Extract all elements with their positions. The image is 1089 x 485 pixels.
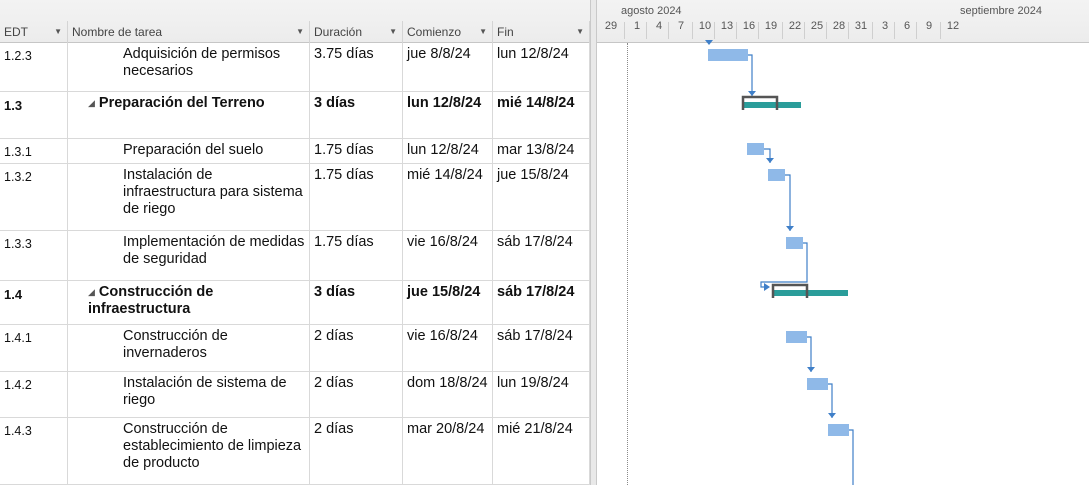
summary-task-row[interactable]: 1.4 ◢ Construcción de infraestructura 3 día… <box>0 281 590 325</box>
summary-bar[interactable] <box>743 102 801 108</box>
cell-duration[interactable]: 3.75 días <box>310 43 403 91</box>
column-header-duration[interactable]: Duración ▼ <box>310 21 403 43</box>
dependency-link <box>828 383 833 418</box>
dependency-link <box>760 242 808 288</box>
task-row[interactable]: 1.2.3 Adquisición de permisos necesarios 3… <box>0 43 590 92</box>
cell-edt[interactable]: 1.3.3 <box>0 231 68 280</box>
chevron-down-icon[interactable]: ▼ <box>296 21 304 43</box>
task-bar[interactable] <box>786 237 803 249</box>
column-header-name[interactable]: Nombre de tarea ▼ <box>68 21 310 43</box>
collapse-triangle-icon[interactable]: ◢ <box>88 95 95 112</box>
task-bar[interactable] <box>747 143 764 155</box>
cell-finish[interactable]: sáb 17/8/24 <box>493 231 590 280</box>
dependency-arrow-icon <box>786 226 794 231</box>
dependency-link <box>807 336 812 372</box>
cell-finish[interactable]: mié 14/8/24 <box>493 92 590 138</box>
chevron-down-icon[interactable]: ▼ <box>576 21 584 43</box>
task-row[interactable]: 1.3.1 Preparación del suelo 1.75 días lun 1… <box>0 139 590 164</box>
cell-task-name[interactable]: Adquisición de permisos necesarios <box>68 43 310 91</box>
dependency-link <box>748 54 753 96</box>
task-bar[interactable] <box>768 169 785 181</box>
cell-edt[interactable]: 1.2.3 <box>0 43 68 91</box>
chevron-down-icon[interactable]: ▼ <box>479 21 487 43</box>
cell-edt[interactable]: 1.3 <box>0 92 68 138</box>
table-header: EDT ▼ Nombre de tarea ▼ Duración ▼ Comie… <box>0 0 590 43</box>
pane-splitter[interactable] <box>590 0 597 485</box>
dependency-arrow-icon <box>764 283 770 291</box>
cell-edt[interactable]: 1.3.1 <box>0 139 68 163</box>
cell-task-name[interactable]: ◢ Construcción de infraestructura <box>68 281 310 324</box>
cell-edt[interactable]: 1.4.2 <box>0 372 68 417</box>
task-table: EDT ▼ Nombre de tarea ▼ Duración ▼ Comie… <box>0 0 590 485</box>
task-bar[interactable] <box>708 49 748 61</box>
task-bar[interactable] <box>828 424 849 436</box>
dependency-link <box>849 429 854 485</box>
cell-finish[interactable]: sáb 17/8/24 <box>493 281 590 324</box>
cell-edt[interactable]: 1.3.2 <box>0 164 68 230</box>
cell-finish[interactable]: mié 21/8/24 <box>493 418 590 484</box>
cell-duration[interactable]: 1.75 días <box>310 231 403 280</box>
cell-task-name[interactable]: Instalación de sistema de riego <box>68 372 310 417</box>
cell-task-name[interactable]: Construcción de establecimiento de limpi… <box>68 418 310 484</box>
cell-start[interactable]: lun 12/8/24 <box>403 92 493 138</box>
cell-finish[interactable]: lun 19/8/24 <box>493 372 590 417</box>
cell-finish[interactable]: sáb 17/8/24 <box>493 325 590 371</box>
task-row[interactable]: 1.4.1 Construcción de invernaderos 2 días v… <box>0 325 590 372</box>
cell-start[interactable]: jue 8/8/24 <box>403 43 493 91</box>
dependency-arrow-icon <box>748 91 756 96</box>
cell-duration[interactable]: 3 días <box>310 92 403 138</box>
collapse-triangle-icon[interactable]: ◢ <box>88 284 95 301</box>
cell-task-name[interactable]: Construcción de invernaderos <box>68 325 310 371</box>
cell-task-name[interactable]: Implementación de medidas de seguridad <box>68 231 310 280</box>
cell-finish[interactable]: jue 15/8/24 <box>493 164 590 230</box>
column-header-edt[interactable]: EDT ▼ <box>0 21 68 43</box>
cell-start[interactable]: jue 15/8/24 <box>403 281 493 324</box>
cell-duration[interactable]: 2 días <box>310 418 403 484</box>
column-header-finish[interactable]: Fin ▼ <box>493 21 590 43</box>
cell-duration[interactable]: 2 días <box>310 325 403 371</box>
gantt-bars <box>705 40 854 485</box>
cell-start[interactable]: lun 12/8/24 <box>403 139 493 163</box>
gantt-chart: agosto 2024 septiembre 2024 29 1 4 7 10 13 16 1… <box>597 0 1089 485</box>
cell-edt[interactable]: 1.4.3 <box>0 418 68 484</box>
task-row[interactable]: 1.4.3 Construcción de establecimiento de … <box>0 418 590 485</box>
task-row[interactable]: 1.3.2 Instalación de infraestructura para… <box>0 164 590 231</box>
cell-duration[interactable]: 2 días <box>310 372 403 417</box>
cell-duration[interactable]: 1.75 días <box>310 139 403 163</box>
dependency-arrow-icon <box>807 367 815 372</box>
dependency-link <box>785 174 791 231</box>
task-bar[interactable] <box>807 378 828 390</box>
dependency-arrow-icon <box>828 413 836 418</box>
cell-start[interactable]: mié 14/8/24 <box>403 164 493 230</box>
cell-edt[interactable]: 1.4 <box>0 281 68 324</box>
column-header-start[interactable]: Comienzo ▼ <box>403 21 493 43</box>
task-bar[interactable] <box>786 331 807 343</box>
cell-edt[interactable]: 1.4.1 <box>0 325 68 371</box>
cell-task-name[interactable]: ◢ Preparación del Terreno <box>68 92 310 138</box>
task-row[interactable]: 1.4.2 Instalación de sistema de riego 2 dí… <box>0 372 590 418</box>
cell-start[interactable]: mar 20/8/24 <box>403 418 493 484</box>
cell-task-name[interactable]: Instalación de infraestructura para sist… <box>68 164 310 230</box>
cell-finish[interactable]: mar 13/8/24 <box>493 139 590 163</box>
summary-task-row[interactable]: 1.3 ◢ Preparación del Terreno 3 días lun 12/… <box>0 92 590 139</box>
cell-duration[interactable]: 3 días <box>310 281 403 324</box>
task-row[interactable]: 1.3.3 Implementación de medidas de seguri… <box>0 231 590 281</box>
cell-start[interactable]: vie 16/8/24 <box>403 325 493 371</box>
cell-task-name[interactable]: Preparación del suelo <box>68 139 310 163</box>
dependency-arrow-icon <box>766 158 774 163</box>
cell-finish[interactable]: lun 12/8/24 <box>493 43 590 91</box>
cell-start[interactable]: vie 16/8/24 <box>403 231 493 280</box>
chevron-down-icon[interactable]: ▼ <box>389 21 397 43</box>
dependency-arrow-icon <box>705 40 713 45</box>
summary-bar[interactable] <box>773 290 848 296</box>
cell-start[interactable]: dom 18/8/24 <box>403 372 493 417</box>
chevron-down-icon[interactable]: ▼ <box>54 21 62 43</box>
cell-duration[interactable]: 1.75 días <box>310 164 403 230</box>
